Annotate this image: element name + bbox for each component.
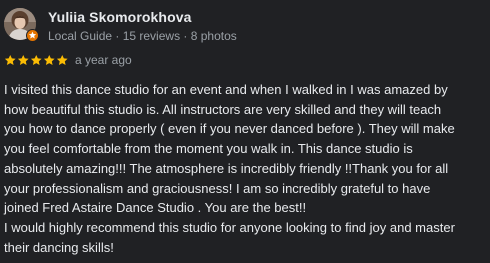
author-name[interactable]: Yuliia Skomorokhova — [48, 9, 192, 25]
rating-row: a year ago — [4, 52, 132, 68]
review-card: Yuliia Skomorokhova Local Guide · 15 rev… — [0, 0, 490, 263]
star-icon — [17, 54, 29, 65]
review-date: a year ago — [75, 53, 132, 67]
review-text-line: joined Fred Astaire Dance Studio . You a… — [4, 200, 307, 216]
review-text-line: how beautiful this studio is. All instru… — [4, 101, 442, 117]
star-rating — [4, 54, 69, 67]
review-text-line: their dancing skills! — [4, 239, 114, 255]
author-meta[interactable]: Local Guide · 15 reviews · 8 photos — [48, 29, 237, 43]
review-text: I visited this dance studio for an event… — [4, 80, 490, 257]
review-text-line: I visited this dance studio for an event… — [4, 82, 448, 97]
star-icon — [4, 54, 16, 65]
star-icon — [30, 54, 42, 65]
review-text-line: you how to dance properly ( even if you … — [4, 121, 455, 137]
star-icon — [56, 54, 68, 65]
review-text-line: you feel comfortable from the moment you… — [4, 141, 413, 157]
review-text-line: absolutely amazing!!! The atmosphere is … — [4, 160, 449, 176]
review-text-line: I would highly recommend this studio for… — [4, 219, 455, 235]
local-guide-badge-icon — [26, 29, 39, 42]
star-icon — [43, 54, 55, 65]
review-text-line: your professionalism and graciousness! I… — [4, 180, 431, 196]
